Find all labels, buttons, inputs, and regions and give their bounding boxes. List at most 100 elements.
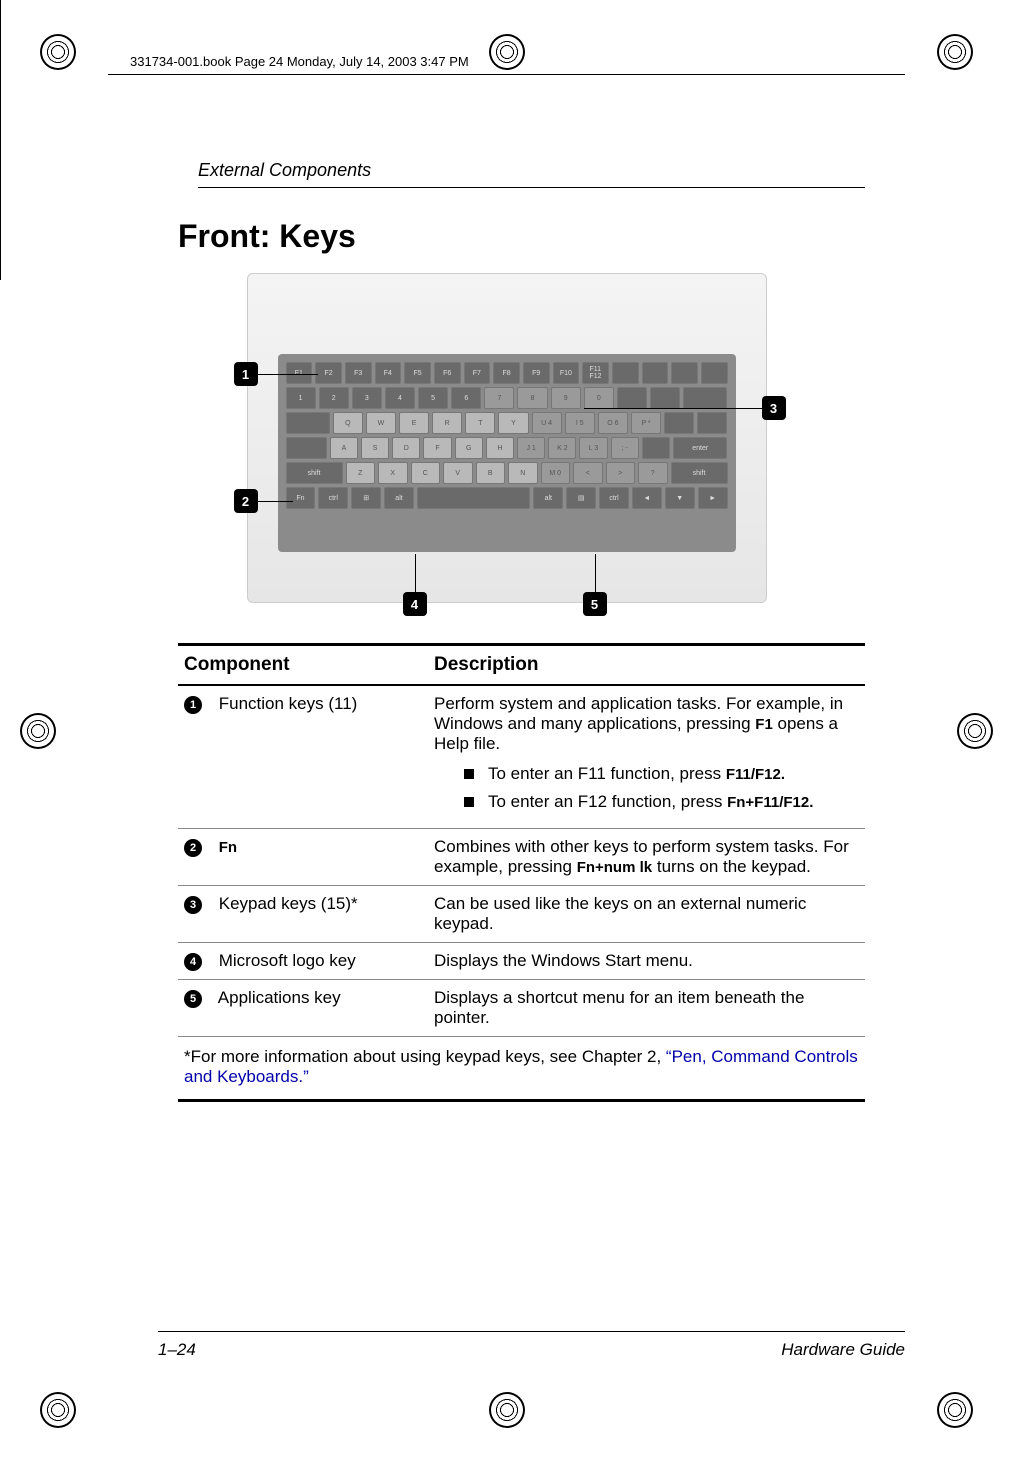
callout-line	[584, 408, 764, 409]
key	[286, 437, 327, 459]
key: F1	[286, 362, 313, 384]
crop-mark-icon	[489, 34, 525, 70]
key: F	[423, 437, 451, 459]
description-text: turns on the keypad.	[652, 857, 811, 876]
key	[612, 362, 639, 384]
key-label: F1	[755, 716, 773, 733]
key: 3	[352, 387, 382, 409]
key: V	[443, 462, 473, 484]
key-label: F11/F12.	[726, 766, 785, 783]
description-text: Displays the Windows Start menu.	[434, 951, 693, 970]
description-text: Can be used like the keys on an external…	[434, 894, 806, 933]
key	[417, 487, 530, 509]
footnote-text: *For more information about using keypad…	[184, 1047, 666, 1066]
table-row: 1 Function keys (11) Perform system and …	[178, 685, 865, 829]
bullet-text: To enter an F11 function, press	[488, 764, 726, 783]
table-header-description: Description	[428, 645, 865, 686]
page-number: 1–24	[158, 1340, 196, 1360]
key: D	[392, 437, 420, 459]
key-label: Fn+num lk	[577, 859, 652, 876]
table-footnote-row: *For more information about using keypad…	[178, 1037, 865, 1101]
key	[683, 387, 727, 409]
key: alt	[384, 487, 414, 509]
document-title-footer: Hardware Guide	[781, 1340, 905, 1360]
key	[642, 437, 670, 459]
key: F9	[523, 362, 550, 384]
key: U 4	[532, 412, 562, 434]
key: ?	[638, 462, 668, 484]
row-number-icon: 5	[184, 990, 202, 1008]
footer-rule	[158, 1331, 905, 1332]
section-rule	[198, 187, 865, 188]
key: 1	[286, 387, 316, 409]
component-name: Applications key	[218, 988, 341, 1007]
component-name: Keypad keys (15)*	[219, 894, 358, 913]
key: 8	[517, 387, 547, 409]
key: F6	[434, 362, 461, 384]
component-name: Fn	[219, 839, 237, 856]
crop-line	[0, 0, 1, 70]
component-name: Microsoft logo key	[219, 951, 356, 970]
key: F2	[315, 362, 342, 384]
key: O 6	[598, 412, 628, 434]
header-rule	[108, 74, 905, 75]
key: B	[476, 462, 506, 484]
key	[701, 362, 728, 384]
key: H	[486, 437, 514, 459]
key: A	[330, 437, 358, 459]
bullet-text: To enter an F12 function, press	[488, 792, 727, 811]
key: E	[399, 412, 429, 434]
key: F10	[553, 362, 580, 384]
page-title: Front: Keys	[178, 218, 865, 255]
key: alt	[533, 487, 563, 509]
key: M 0	[541, 462, 571, 484]
list-item: To enter an F12 function, press Fn+F11/F…	[464, 792, 859, 812]
key: F3	[345, 362, 372, 384]
key: enter	[673, 437, 727, 459]
list-item: To enter an F11 function, press F11/F12.	[464, 764, 859, 784]
key: T	[465, 412, 495, 434]
key	[642, 362, 669, 384]
running-header: External Components	[198, 160, 865, 181]
document-meta: 331734-001.book Page 24 Monday, July 14,…	[130, 54, 469, 69]
key: ; -	[611, 437, 639, 459]
fn-key: Fn	[286, 487, 316, 509]
crop-mark-icon	[40, 34, 76, 70]
applications-key: ▤	[566, 487, 596, 509]
crop-mark-icon	[489, 1392, 525, 1428]
key: 7	[484, 387, 514, 409]
key	[697, 412, 727, 434]
key: ◄	[632, 487, 662, 509]
key: L 3	[579, 437, 607, 459]
crop-mark-icon	[957, 713, 993, 749]
key: X	[378, 462, 408, 484]
callout-line	[258, 501, 293, 502]
key: >	[606, 462, 636, 484]
figure-callout-4: 4	[403, 592, 427, 616]
key: W	[366, 412, 396, 434]
key: 0	[584, 387, 614, 409]
key: 4	[385, 387, 415, 409]
key-label: Fn+F11/F12.	[727, 794, 813, 811]
key: R	[432, 412, 462, 434]
key: shift	[671, 462, 728, 484]
key	[617, 387, 647, 409]
crop-line	[0, 70, 1, 140]
key: ctrl	[599, 487, 629, 509]
key: Q	[333, 412, 363, 434]
key	[664, 412, 694, 434]
key	[286, 412, 330, 434]
key: 5	[418, 387, 448, 409]
key: N	[508, 462, 538, 484]
crop-mark-icon	[20, 713, 56, 749]
key: 6	[451, 387, 481, 409]
row-number-icon: 3	[184, 896, 202, 914]
key: F8	[493, 362, 520, 384]
key: <	[573, 462, 603, 484]
key	[671, 362, 698, 384]
key: F5	[404, 362, 431, 384]
table-row: 3 Keypad keys (15)* Can be used like the…	[178, 886, 865, 943]
table-header-component: Component	[178, 645, 428, 686]
crop-line	[0, 210, 1, 280]
key: K 2	[548, 437, 576, 459]
